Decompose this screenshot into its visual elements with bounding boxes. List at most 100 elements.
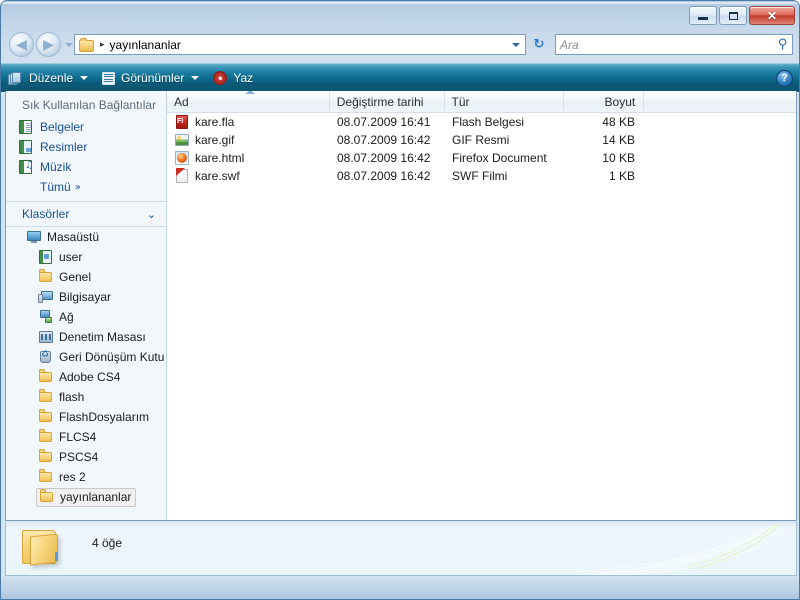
organize-icon xyxy=(8,71,23,86)
tree-item-content: FlashDosyalarım xyxy=(38,409,149,425)
organize-label: Düzenle xyxy=(29,71,74,85)
search-box[interactable]: Ara ⚲ xyxy=(555,34,793,55)
close-button[interactable]: ✕ xyxy=(749,6,795,25)
column-header-label: Ad xyxy=(174,94,189,109)
item-count-label: 4 öğe xyxy=(92,536,123,550)
sidebar-tree-item[interactable]: PSCS4 xyxy=(6,447,166,467)
tree-item-content: Masaüstü xyxy=(26,229,99,245)
computer-icon xyxy=(38,289,54,305)
sidebar-tree-item[interactable]: FlashDosyalarım xyxy=(6,407,166,427)
maximize-icon xyxy=(720,7,746,24)
folders-section-header[interactable]: Klasörler ⌄ xyxy=(6,202,166,227)
sidebar-item-documents[interactable]: Belgeler xyxy=(6,117,166,137)
tree-item-label: Ağ xyxy=(59,310,74,324)
file-name-cell[interactable]: kare.gif xyxy=(167,132,330,148)
tree-item-label: Geri Dönüşüm Kutu xyxy=(59,350,165,364)
swf-movie-file-icon xyxy=(174,168,190,184)
minimize-button[interactable] xyxy=(689,6,717,25)
tree-item-label: Bilgisayar xyxy=(59,290,112,304)
close-icon: ✕ xyxy=(766,8,778,23)
organize-menu-button[interactable]: Düzenle xyxy=(1,64,95,92)
column-header[interactable]: Tür xyxy=(445,91,565,112)
help-button[interactable]: ? xyxy=(776,70,793,87)
tree-item-content: Adobe CS4 xyxy=(38,369,120,385)
column-header-label: Değiştirme tarihi xyxy=(336,94,424,109)
column-header[interactable]: Değiştirme tarihi xyxy=(330,91,445,112)
explorer-window: ✕ ◀ ▶ ▸ yayınlananlar ↻ Ara ⚲ Düzenle Gö… xyxy=(0,0,800,600)
table-row[interactable]: kare.html 08.07.2009 16:42 Firefox Documen… xyxy=(167,149,796,167)
forward-arrow-icon: ▶ xyxy=(43,36,54,53)
folder-icon xyxy=(38,429,54,445)
file-type-cell: GIF Resmi xyxy=(452,133,510,147)
sidebar-item-label: Resimler xyxy=(40,140,88,154)
sidebar-tree-item[interactable]: Adobe CS4 xyxy=(6,367,166,387)
tree-item-label: yayınlananlar xyxy=(60,490,132,504)
recent-pages-dropdown-icon[interactable] xyxy=(65,42,73,47)
address-bar[interactable]: ▸ yayınlananlar xyxy=(74,34,526,55)
tree-item-content: yayınlananlar xyxy=(36,487,137,507)
tree-item-content: Denetim Masası xyxy=(38,329,146,345)
tree-item-label: FLCS4 xyxy=(59,430,97,444)
minimize-icon xyxy=(690,7,716,24)
table-row[interactable]: kare.swf 08.07.2009 16:42 SWF Filmi 1 KB xyxy=(167,167,796,185)
sidebar-item-all-links[interactable]: Tümü » xyxy=(6,177,166,197)
sidebar-item-label: Müzik xyxy=(40,160,72,174)
refresh-button[interactable]: ↻ xyxy=(528,34,550,55)
tree-item-content: FLCS4 xyxy=(38,429,96,445)
column-header[interactable]: Boyut xyxy=(564,91,645,112)
sidebar-tree-item[interactable]: FLCS4 xyxy=(6,427,166,447)
file-type-cell: SWF Filmi xyxy=(452,169,508,183)
burn-label: Yaz xyxy=(233,71,254,85)
folder-icon xyxy=(38,269,54,285)
burn-button[interactable]: Yaz xyxy=(206,64,260,92)
file-size-cell: 10 KB xyxy=(602,151,635,165)
documents-icon xyxy=(18,119,34,135)
tree-item-label: Genel xyxy=(59,270,92,284)
control-panel-icon xyxy=(38,329,54,345)
column-header-row: Ad Değiştirme tarihi Tür Boyut xyxy=(167,91,796,113)
forward-button[interactable]: ▶ xyxy=(36,32,61,57)
table-row[interactable]: kare.gif 08.07.2009 16:42 GIF Resmi 14 KB xyxy=(167,131,796,149)
tree-item-content: PSCS4 xyxy=(38,449,98,465)
file-name-cell[interactable]: kare.fla xyxy=(167,114,330,130)
file-name-cell[interactable]: kare.swf xyxy=(167,168,330,184)
breadcrumb-current-folder[interactable]: yayınlananlar xyxy=(110,38,181,52)
sidebar-tree-item[interactable]: res 2 xyxy=(6,467,166,487)
aero-swoosh-decoration xyxy=(579,522,787,575)
network-icon xyxy=(38,309,54,325)
sidebar-tree-item[interactable]: Denetim Masası xyxy=(6,327,166,347)
window-bottom-edge xyxy=(1,577,799,599)
sidebar-tree-item[interactable]: Geri Dönüşüm Kutu xyxy=(6,347,166,367)
sidebar-tree-item[interactable]: Masaüstü xyxy=(6,227,166,247)
address-history-dropdown-button[interactable] xyxy=(507,36,524,53)
sidebar-tree-item[interactable]: Bilgisayar xyxy=(6,287,166,307)
column-header[interactable]: Ad xyxy=(167,91,330,112)
tree-item-content: Geri Dönüşüm Kutu xyxy=(38,349,164,365)
sidebar-item-music[interactable]: Müzik xyxy=(6,157,166,177)
sidebar-tree-item[interactable]: flash xyxy=(6,387,166,407)
back-button[interactable]: ◀ xyxy=(9,32,34,57)
column-header[interactable] xyxy=(644,91,796,112)
views-menu-button[interactable]: Görünümler xyxy=(95,64,206,92)
file-modified-cell: 08.07.2009 16:42 xyxy=(337,133,431,147)
sidebar-item-pictures[interactable]: Resimler xyxy=(6,137,166,157)
search-input[interactable]: Ara xyxy=(560,38,778,52)
window-controls: ✕ xyxy=(689,6,795,25)
table-row[interactable]: kare.fla 08.07.2009 16:41 Flash Belgesi 48 … xyxy=(167,113,796,131)
sidebar-tree-item[interactable]: yayınlananlar xyxy=(6,487,166,507)
file-type-cell: Firefox Document xyxy=(452,151,547,165)
tree-item-content: Genel xyxy=(38,269,91,285)
tree-item-content: flash xyxy=(38,389,84,405)
sidebar-tree-item[interactable]: Ağ xyxy=(6,307,166,327)
sidebar-tree-item[interactable]: Genel xyxy=(6,267,166,287)
sidebar-tree-item[interactable]: user xyxy=(6,247,166,267)
chevron-down-icon: ⌄ xyxy=(146,207,156,221)
folders-label: Klasörler xyxy=(22,207,70,221)
maximize-button[interactable] xyxy=(719,6,747,25)
tree-item-content: user xyxy=(38,249,82,265)
double-chevron-right-icon: » xyxy=(74,181,81,193)
back-arrow-icon: ◀ xyxy=(16,36,27,53)
file-name-cell[interactable]: kare.html xyxy=(167,150,330,166)
chevron-down-icon xyxy=(80,76,89,80)
folder-icon xyxy=(38,389,54,405)
